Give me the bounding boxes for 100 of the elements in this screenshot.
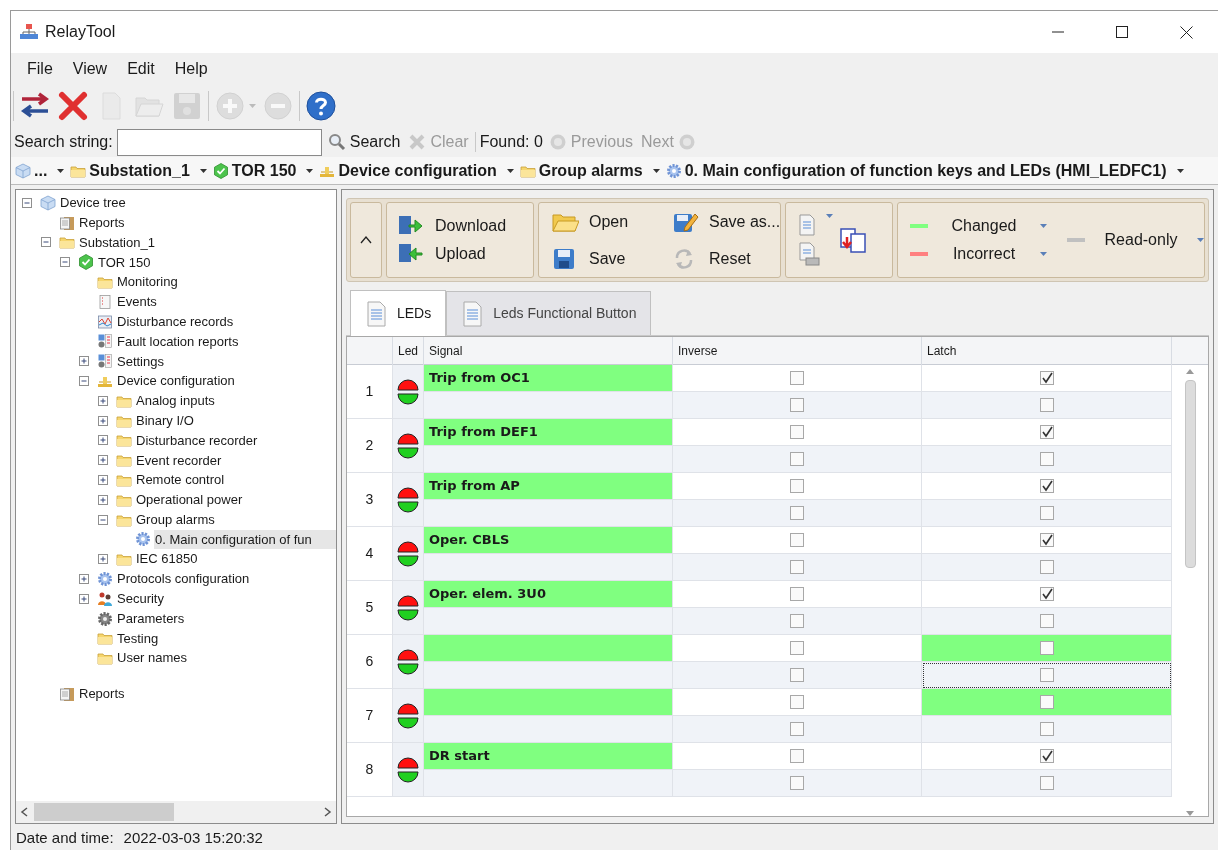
menu-item[interactable]: Edit — [119, 55, 163, 83]
breadcrumb-item[interactable]: ... — [13, 158, 48, 183]
checkbox[interactable] — [790, 533, 804, 547]
horizontal-scrollbar[interactable] — [16, 801, 336, 823]
tree-item[interactable]: Security — [116, 589, 165, 609]
tree-item[interactable]: Binary I/O — [135, 410, 195, 431]
remove-circle-icon — [262, 90, 294, 122]
ribbon-button[interactable]: Reset — [671, 245, 781, 272]
legend-item[interactable]: Changed — [910, 214, 1047, 238]
checkbox[interactable] — [1039, 695, 1054, 709]
checkbox[interactable] — [1039, 371, 1054, 385]
collapse-button[interactable] — [350, 202, 382, 278]
caret-icon[interactable] — [306, 168, 314, 173]
search-field[interactable] — [116, 128, 322, 156]
tree-item[interactable]: Disturbance records — [116, 311, 235, 332]
tree-item[interactable]: Parameters — [116, 608, 186, 629]
checkbox[interactable] — [1039, 749, 1054, 763]
checkbox[interactable] — [790, 695, 804, 709]
search-button[interactable]: Search — [325, 130, 403, 154]
checkbox[interactable] — [790, 452, 804, 466]
tab[interactable]: Leds Functional Button — [446, 291, 652, 335]
breadcrumb-item[interactable]: Device configuration — [317, 158, 497, 183]
scrollbar-thumb[interactable] — [1184, 380, 1196, 568]
tree-item[interactable]: Reports — [78, 684, 126, 704]
checkbox[interactable] — [790, 506, 804, 520]
caret-icon[interactable] — [199, 168, 207, 173]
toolbar-button[interactable] — [304, 90, 338, 122]
tree-item[interactable]: Fault location reports — [116, 331, 240, 352]
ribbon-button[interactable]: Save — [551, 245, 671, 272]
tree-item[interactable]: Device tree — [59, 193, 127, 213]
ribbon-button[interactable]: Download — [397, 213, 533, 239]
checkbox[interactable] — [1039, 452, 1054, 466]
breadcrumb-item[interactable]: Group alarms — [517, 158, 643, 183]
tree-item[interactable]: IEC 61850 — [135, 549, 199, 569]
legend-item[interactable]: Incorrect — [910, 242, 1047, 266]
tree-item[interactable]: Protocols configuration — [116, 569, 251, 589]
checkbox[interactable] — [790, 722, 804, 736]
checkbox[interactable] — [1039, 776, 1054, 790]
status-value: 2022-03-03 15:20:32 — [123, 827, 263, 848]
ribbon-button[interactable]: Open — [551, 208, 671, 235]
tree-item[interactable]: Event recorder — [135, 450, 223, 470]
toolbar-button[interactable] — [56, 90, 90, 122]
checkbox[interactable] — [790, 776, 804, 790]
tree-item[interactable]: Group alarms — [135, 509, 216, 530]
checkbox[interactable] — [1039, 398, 1054, 412]
copy-button[interactable] — [839, 225, 869, 255]
tree-item[interactable]: Analog inputs — [135, 391, 216, 411]
tree-item[interactable]: Substation_1 — [78, 232, 156, 253]
tree-item[interactable]: Reports — [78, 212, 126, 233]
checkbox[interactable] — [790, 398, 804, 412]
tree-item[interactable]: Remote control — [135, 470, 226, 490]
caret-icon[interactable] — [1176, 168, 1184, 173]
tab[interactable]: LEDs — [350, 290, 447, 336]
checkbox[interactable] — [790, 614, 804, 628]
checkbox[interactable] — [1039, 533, 1054, 547]
caret-icon[interactable] — [506, 168, 514, 173]
document-button[interactable] — [798, 214, 816, 236]
tree-item[interactable]: Disturbance recorder — [135, 430, 259, 451]
close-icon[interactable] — [1179, 25, 1193, 39]
menu-item[interactable]: View — [64, 55, 116, 83]
menu-item[interactable]: Help — [166, 55, 216, 83]
checkbox[interactable] — [790, 371, 804, 385]
checkbox[interactable] — [1039, 506, 1054, 520]
checkbox[interactable] — [1039, 641, 1054, 655]
checkbox[interactable] — [790, 641, 804, 655]
tree-item[interactable]: TOR 150 — [97, 252, 152, 273]
menu-item[interactable]: File — [19, 55, 61, 83]
checkbox[interactable] — [1039, 587, 1054, 601]
checkbox[interactable] — [1039, 668, 1054, 682]
chevron-up-icon — [360, 236, 372, 244]
caret-icon[interactable] — [652, 168, 660, 173]
checkbox[interactable] — [1039, 425, 1054, 439]
checkbox[interactable] — [1039, 614, 1054, 628]
scrollbar-thumb[interactable] — [34, 803, 174, 821]
legend-item[interactable]: Read-only — [1067, 228, 1204, 252]
tree-item[interactable]: Testing — [116, 628, 160, 649]
checkbox[interactable] — [790, 425, 804, 439]
tree-item[interactable]: User names — [116, 648, 189, 668]
checkbox[interactable] — [790, 749, 804, 763]
tree-item[interactable]: Operational power — [135, 490, 244, 510]
checkbox[interactable] — [1039, 722, 1054, 736]
caret-icon[interactable] — [57, 168, 65, 173]
tree-item[interactable]: Monitoring — [116, 272, 179, 292]
checkbox[interactable] — [790, 560, 804, 574]
tree-item[interactable]: Events — [116, 292, 158, 312]
maximize-icon[interactable] — [1116, 26, 1128, 38]
tree-item[interactable]: 0. Main configuration of fun — [154, 529, 336, 550]
tree-item[interactable]: Settings — [116, 351, 165, 371]
checkbox[interactable] — [790, 479, 804, 493]
ribbon-button[interactable]: Save as... — [671, 208, 781, 235]
ribbon-button[interactable]: Upload — [397, 241, 533, 267]
breadcrumb-item[interactable]: Substation_1 — [68, 158, 190, 183]
breadcrumb-item[interactable]: 0. Main configuration of function keys and LEDs (HMI_LEDFC1) — [663, 158, 1167, 183]
checkbox[interactable] — [1039, 560, 1054, 574]
checkbox[interactable] — [790, 587, 804, 601]
breadcrumb-item[interactable]: TOR 150 — [210, 158, 297, 183]
tree-item[interactable]: Device configuration — [116, 371, 236, 391]
row-number: 7 — [347, 689, 393, 743]
checkbox[interactable] — [790, 668, 804, 682]
checkbox[interactable] — [1039, 479, 1054, 493]
